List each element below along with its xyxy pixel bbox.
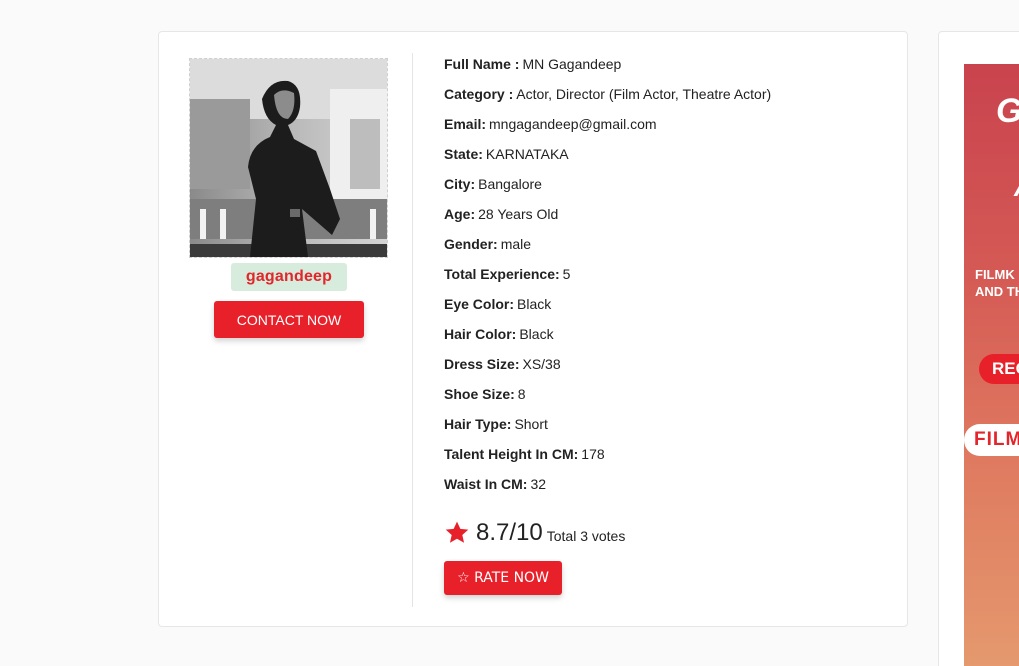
detail-value: 32 xyxy=(530,476,547,492)
detail-row: Talent Height In CM: 178 xyxy=(444,444,884,474)
detail-row: State: KARNATAKA xyxy=(444,144,884,174)
rating-votes: Total 3 votes xyxy=(546,528,626,544)
detail-row: Eye Color: Black xyxy=(444,294,884,324)
detail-value: XS/38 xyxy=(522,356,561,372)
detail-row: Gender: male xyxy=(444,234,884,264)
detail-value: mngagandeep@gmail.com xyxy=(489,116,657,132)
detail-value: KARNATAKA xyxy=(485,146,569,162)
detail-label: Full Name : xyxy=(444,56,520,72)
detail-row: Hair Color: Black xyxy=(444,324,884,354)
detail-label: Eye Color: xyxy=(444,296,515,312)
profile-card: gagandeep CONTACT NOW Full Name : MN Gaga… xyxy=(158,31,908,627)
detail-row: Dress Size: XS/38 xyxy=(444,354,884,384)
column-divider xyxy=(412,53,413,607)
contact-now-button[interactable]: CONTACT NOW xyxy=(214,301,364,338)
profile-photo[interactable] xyxy=(189,58,388,258)
detail-label: Dress Size: xyxy=(444,356,520,372)
ad-text-line2: AND TH xyxy=(975,284,1019,299)
detail-row: Hair Type: Short xyxy=(444,414,884,444)
profile-details: Full Name : MN Gagandeep Category : Actor, … xyxy=(444,54,884,504)
page: gagandeep CONTACT NOW Full Name : MN Gaga… xyxy=(0,0,1019,666)
detail-row: Waist In CM: 32 xyxy=(444,474,884,504)
rate-now-button[interactable]: ☆ RATE NOW xyxy=(444,561,562,595)
detail-label: Email: xyxy=(444,116,487,132)
username-badge: gagandeep xyxy=(231,263,347,291)
detail-row: Email: mngagandeep@gmail.com xyxy=(444,114,884,144)
detail-row: City: Bangalore xyxy=(444,174,884,204)
detail-label: Age: xyxy=(444,206,476,222)
detail-value: Actor, Director (Film Actor, Theatre Act… xyxy=(516,86,772,102)
star-icon xyxy=(445,521,469,543)
profile-photo-image xyxy=(190,59,387,257)
detail-value: 28 Years Old xyxy=(478,206,559,222)
rating-score: 8.7/10 xyxy=(476,519,543,546)
ad-banner[interactable]: G A FILMK AND TH REG FILM xyxy=(964,64,1019,666)
detail-value: 5 xyxy=(562,266,571,282)
detail-label: Hair Color: xyxy=(444,326,517,342)
detail-row: Full Name : MN Gagandeep xyxy=(444,54,884,84)
detail-row: Shoe Size: 8 xyxy=(444,384,884,414)
detail-label: City: xyxy=(444,176,476,192)
detail-row: Total Experience: 5 xyxy=(444,264,884,294)
detail-label: Category : xyxy=(444,86,514,102)
detail-value: Black xyxy=(517,296,552,312)
detail-value: MN Gagandeep xyxy=(522,56,622,72)
detail-value: 178 xyxy=(581,446,605,462)
detail-label: Talent Height In CM: xyxy=(444,446,579,462)
rating-summary: 8.7/10 Total 3 votes xyxy=(444,516,625,550)
detail-label: Hair Type: xyxy=(444,416,512,432)
detail-label: Gender: xyxy=(444,236,498,252)
detail-value: 8 xyxy=(517,386,526,402)
detail-value: Short xyxy=(514,416,548,432)
detail-label: Waist In CM: xyxy=(444,476,528,492)
detail-label: State: xyxy=(444,146,483,162)
detail-row: Category : Actor, Director (Film Actor, T… xyxy=(444,84,884,114)
detail-value: male xyxy=(500,236,532,252)
detail-label: Shoe Size: xyxy=(444,386,515,402)
ad-text-g: G xyxy=(996,92,1019,131)
detail-value: Bangalore xyxy=(478,176,542,192)
detail-row: Age: 28 Years Old xyxy=(444,204,884,234)
ad-text-a: A xyxy=(1014,172,1019,203)
profile-left-column: gagandeep CONTACT NOW xyxy=(159,32,413,626)
ad-film-label: FILM xyxy=(964,424,1019,456)
ad-text-line1: FILMK xyxy=(975,267,1015,282)
ad-register-button[interactable]: REG xyxy=(979,354,1019,384)
detail-label: Total Experience: xyxy=(444,266,560,282)
detail-value: Black xyxy=(519,326,554,342)
